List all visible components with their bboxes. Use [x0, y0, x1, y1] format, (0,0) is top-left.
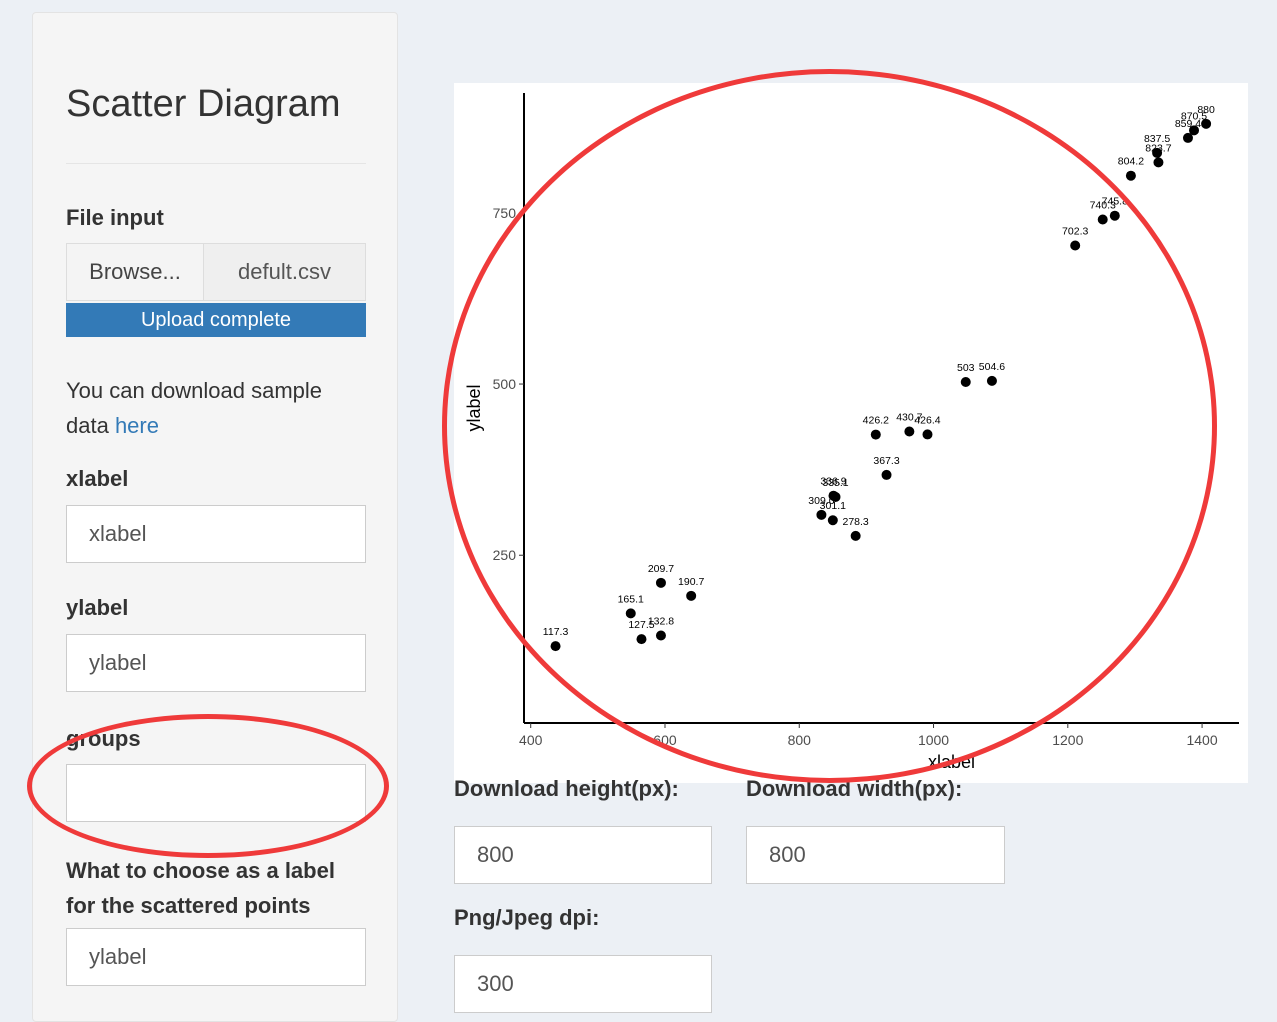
download-height-input[interactable] — [454, 826, 712, 884]
data-point — [655, 577, 666, 588]
data-point — [850, 530, 861, 541]
data-point — [1125, 170, 1136, 181]
groups-label: groups — [66, 726, 141, 751]
data-point-label: 165.1 — [618, 593, 644, 605]
data-point-label: 426.2 — [863, 415, 889, 427]
data-point-label: 301.1 — [820, 500, 846, 512]
data-point-label: 745.8 — [1102, 196, 1128, 208]
file-name-display: defult.csv — [204, 243, 366, 301]
upload-progress-fill: Upload complete — [66, 303, 366, 337]
data-point — [922, 429, 933, 440]
data-point-label: 278.3 — [843, 516, 869, 528]
y-tick-label: 500 — [493, 376, 517, 392]
data-point-label: 117.3 — [543, 626, 569, 638]
page-title: Scatter Diagram — [66, 83, 341, 125]
y-axis-title: ylabel — [464, 384, 484, 431]
y-tick-label: 750 — [493, 205, 517, 221]
data-point — [830, 491, 841, 502]
divider — [66, 163, 366, 164]
scatter-plot-svg: 400 600 800 1000 1200 1400 250 500 750 xlabel ylab… — [464, 93, 1239, 772]
browse-button[interactable]: Browse... — [66, 243, 204, 301]
data-point — [1070, 240, 1081, 251]
data-point-label: 503 — [957, 362, 975, 374]
download-width-label: Download width(px): — [746, 776, 963, 801]
ylabel-input[interactable] — [66, 634, 366, 692]
x-tick-label: 1200 — [1052, 732, 1083, 748]
xlabel-label: xlabel — [66, 466, 129, 491]
data-point — [550, 641, 561, 652]
data-point — [1153, 157, 1164, 168]
file-input: Browse... defult.csv — [66, 243, 366, 301]
data-point — [904, 426, 915, 437]
sample-data-text: You can download sample data — [66, 378, 323, 438]
y-tick-label: 250 — [493, 547, 517, 563]
x-tick-label: 1000 — [918, 732, 949, 748]
data-point-label: 880 — [1197, 104, 1215, 116]
data-point — [1152, 147, 1163, 158]
dpi-label: Png/Jpeg dpi: — [454, 905, 600, 930]
data-point — [636, 634, 647, 645]
point-label-label: What to choose as a label for the scatte… — [66, 858, 335, 918]
data-point-label: 132.8 — [648, 615, 674, 627]
data-point — [1109, 210, 1120, 221]
data-point-label: 426.4 — [914, 414, 940, 426]
data-point-label: 702.3 — [1062, 226, 1088, 238]
x-tick-label: 600 — [653, 732, 677, 748]
data-point-label: 804.2 — [1118, 156, 1144, 168]
groups-input[interactable] — [66, 764, 366, 822]
data-point-label: 209.7 — [648, 563, 674, 575]
data-point — [1097, 214, 1108, 225]
data-point — [870, 429, 881, 440]
data-point-label: 190.7 — [678, 576, 704, 588]
ylabel-label: ylabel — [66, 595, 129, 620]
upload-progress-bar: Upload complete — [66, 303, 366, 337]
file-input-label: File input — [66, 205, 164, 230]
data-point-label: 837.5 — [1144, 133, 1170, 145]
xlabel-input[interactable] — [66, 505, 366, 563]
data-point — [625, 608, 636, 619]
data-point — [960, 376, 971, 387]
x-tick-label: 800 — [788, 732, 812, 748]
data-point — [881, 469, 892, 480]
x-tick-label: 400 — [519, 732, 543, 748]
data-point — [655, 630, 666, 641]
data-point — [986, 375, 997, 386]
download-width-input[interactable] — [746, 826, 1005, 884]
data-point — [827, 515, 838, 526]
data-point — [686, 590, 697, 601]
data-point — [1189, 125, 1200, 136]
download-height-label: Download height(px): — [454, 776, 679, 801]
sample-data-link[interactable]: here — [115, 413, 159, 438]
dpi-input[interactable] — [454, 955, 712, 1013]
sidebar-panel: Scatter Diagram File input Browse... def… — [32, 12, 398, 1022]
data-point — [1201, 118, 1212, 129]
data-point-label: 367.3 — [873, 455, 899, 467]
data-point-label: 504.6 — [979, 361, 1005, 373]
data-point-label: 335.1 — [822, 477, 848, 489]
point-label-input[interactable] — [66, 928, 366, 986]
sample-data-help: You can download sample data here — [66, 373, 366, 443]
x-axis-title: xlabel — [928, 752, 975, 772]
scatter-plot: 400 600 800 1000 1200 1400 250 500 750 xlabel ylab… — [454, 83, 1248, 783]
x-tick-label: 1400 — [1186, 732, 1217, 748]
